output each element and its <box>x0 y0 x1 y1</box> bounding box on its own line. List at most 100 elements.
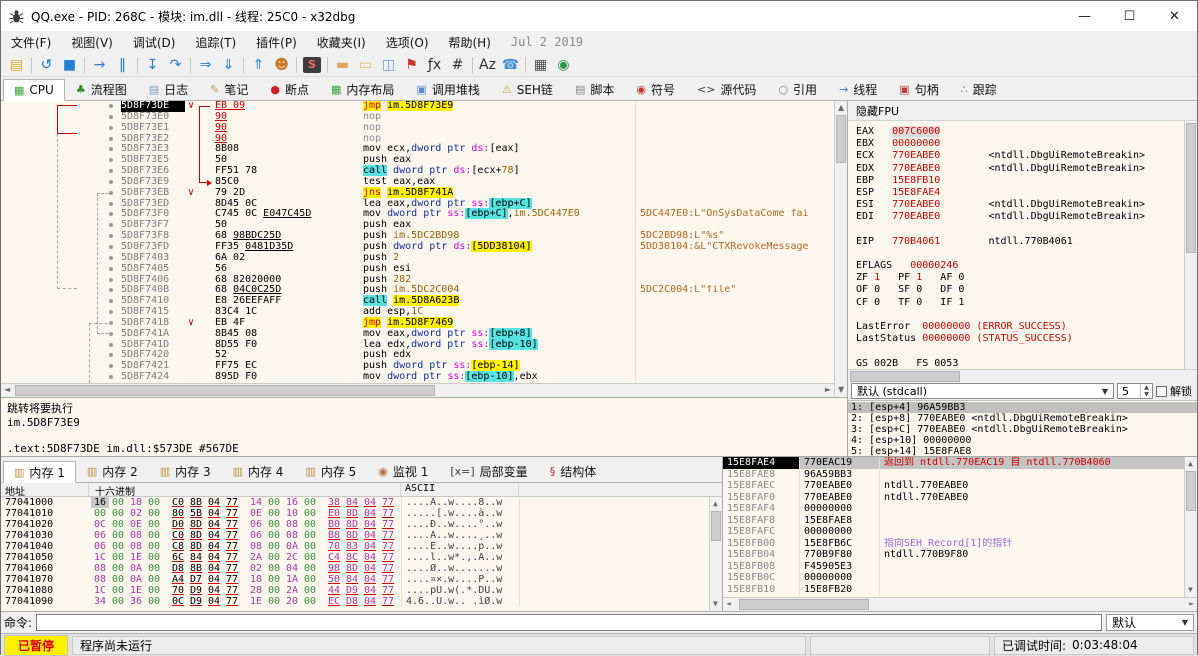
tab-memory-map[interactable]: ▦内存布局 <box>320 78 405 100</box>
scroll-thumb[interactable] <box>711 511 721 541</box>
dump-rows[interactable]: 7704100016001800C08B04771400160038840477… <box>1 497 709 611</box>
command-input[interactable] <box>36 614 1102 631</box>
breakpoint-dot[interactable] <box>109 147 113 151</box>
breakpoint-dot[interactable] <box>109 343 113 347</box>
dump-byte[interactable]: C0 <box>169 497 187 508</box>
dump-byte[interactable]: 00 <box>109 508 127 519</box>
dump-byte[interactable]: 08 <box>127 530 145 541</box>
register-row[interactable]: ESI 770EABE0 <ntdll.DbgUiRemoteBreakin> <box>856 199 1184 211</box>
breakpoint-dot[interactable] <box>109 245 113 249</box>
dump-byte[interactable]: 00 <box>301 574 319 585</box>
attach-icon[interactable]: ☻ <box>270 55 293 75</box>
dump-byte[interactable]: 77 <box>379 574 397 585</box>
calling-convention-combo[interactable]: 默认 (stdcall) ▼ <box>851 383 1114 399</box>
dump-byte[interactable]: 00 <box>109 541 127 552</box>
dump-byte[interactable]: 00 <box>109 552 127 563</box>
dump-byte[interactable]: 00 <box>265 563 283 574</box>
tab-notes[interactable]: ✎笔记 <box>199 78 259 100</box>
register-row[interactable]: EFLAGS 00000246 <box>856 260 1184 272</box>
dump-byte[interactable]: 70 <box>325 541 343 552</box>
dump-byte[interactable]: 04 <box>205 585 223 596</box>
dump-byte[interactable]: 00 <box>109 497 127 508</box>
tab-trace[interactable]: ∴跟踪 <box>950 78 1008 100</box>
dump-byte[interactable]: 77 <box>379 596 397 607</box>
dump-byte[interactable]: 04 <box>205 530 223 541</box>
breakpoint-dot[interactable] <box>109 191 113 195</box>
dump-byte[interactable]: 16 <box>91 497 109 508</box>
register-row[interactable] <box>856 248 1184 260</box>
dump-byte[interactable]: 00 <box>301 596 319 607</box>
dump-row[interactable]: 7704103006000800C08D047706000800B88D0477… <box>1 530 709 541</box>
tab-script[interactable]: ▤脚本 <box>564 78 625 100</box>
registers-hscrollbar[interactable] <box>848 369 1197 382</box>
dump-byte[interactable]: B8 <box>325 530 343 541</box>
tab-log[interactable]: ▤日志 <box>138 78 199 100</box>
arg-count-stepper[interactable]: 5 ▲▼ <box>1117 383 1153 399</box>
menu-item-p[interactable]: 插件(P) <box>246 31 307 53</box>
dump-byte[interactable]: 2A <box>247 552 265 563</box>
stack-row[interactable]: 15E8FAFC00000000 <box>723 526 1184 538</box>
dump-byte[interactable]: 00 <box>301 552 319 563</box>
dump-byte[interactable]: 00 <box>265 530 283 541</box>
argument-row[interactable]: 3: [esp+C] 770EABE0 <ntdll.DbgUiRemoteBr… <box>848 424 1197 435</box>
bookmarks-icon[interactable]: ⚑ <box>400 55 423 75</box>
breakpoint-dot[interactable] <box>109 234 113 238</box>
dump-byte[interactable]: 04 <box>361 508 379 519</box>
run-to-user-code-icon[interactable]: ⇑ <box>247 55 270 75</box>
dump-byte[interactable]: 77 <box>223 530 241 541</box>
dump-byte[interactable]: 00 <box>109 519 127 530</box>
tab-graph[interactable]: ♣流程图 <box>65 78 138 100</box>
dump-row[interactable]: 770410200C000E00D08D047706000800B08D0477… <box>1 519 709 530</box>
dump-byte[interactable]: 04 <box>205 574 223 585</box>
dump-byte[interactable]: 08 <box>283 530 301 541</box>
dump-byte[interactable]: 80 <box>169 508 187 519</box>
dump-row[interactable]: 7704107008000A00A4D7047718001A0050840477… <box>1 574 709 585</box>
dump-byte[interactable]: 0A <box>283 541 301 552</box>
dump-byte[interactable]: 04 <box>205 596 223 607</box>
dump-byte[interactable]: 0C <box>169 596 187 607</box>
dump-byte[interactable]: 77 <box>379 519 397 530</box>
dump-byte[interactable]: 84 <box>187 552 205 563</box>
dump-byte[interactable]: 77 <box>223 552 241 563</box>
register-row[interactable] <box>856 309 1184 321</box>
dump-byte[interactable]: 00 <box>145 574 163 585</box>
dump-byte[interactable]: 00 <box>265 596 283 607</box>
stop-icon[interactable]: ■ <box>58 55 81 75</box>
dump-byte[interactable]: 00 <box>301 497 319 508</box>
dump-byte[interactable]: D7 <box>187 574 205 585</box>
function-icon[interactable]: ƒx <box>423 55 446 75</box>
breakpoint-dot[interactable] <box>109 256 113 260</box>
dump-byte[interactable]: 00 <box>145 585 163 596</box>
execute-till-return-icon[interactable]: ⇒ <box>194 55 217 75</box>
dump-byte[interactable]: A4 <box>169 574 187 585</box>
breakpoint-dot[interactable] <box>109 137 113 141</box>
tab-symbols[interactable]: ◉符号 <box>625 78 686 100</box>
dump-byte[interactable]: 38 <box>325 497 343 508</box>
breakpoint-dot[interactable] <box>109 310 113 314</box>
breakpoint-dot[interactable] <box>109 212 113 216</box>
dump-byte[interactable]: 00 <box>145 530 163 541</box>
dump-row[interactable]: 7704100016001800C08B04771400160038840477… <box>1 497 709 508</box>
dump-byte[interactable]: 04 <box>361 585 379 596</box>
dump-byte[interactable]: 77 <box>379 552 397 563</box>
dump-byte[interactable]: D9 <box>187 585 205 596</box>
dump-byte[interactable]: 77 <box>223 508 241 519</box>
dump-byte[interactable]: 00 <box>265 552 283 563</box>
register-row[interactable]: EDX 770EABE0 <ntdll.DbgUiRemoteBreakin> <box>856 163 1184 175</box>
dump-byte[interactable]: 16 <box>283 497 301 508</box>
register-row[interactable]: LastError 00000000 (ERROR_SUCCESS) <box>856 321 1184 333</box>
dump-byte[interactable]: 00 <box>109 563 127 574</box>
register-row[interactable]: EBX 00000000 <box>856 138 1184 150</box>
patches-icon[interactable]: ▬ <box>331 55 354 75</box>
disasm-row[interactable]: 5D8F7424895D F0mov dword ptr ss:[ebp-10]… <box>1 372 834 383</box>
dump-byte[interactable]: 8D <box>343 508 361 519</box>
minimize-button[interactable]: — <box>1062 1 1107 31</box>
dump-byte[interactable]: 77 <box>379 585 397 596</box>
strings-icon[interactable]: Az <box>476 55 499 75</box>
tab-cpu[interactable]: ▦CPU <box>3 79 65 101</box>
register-row[interactable]: EIP 770B4061 ntdll.770B4061 <box>856 236 1184 248</box>
dump-byte[interactable]: E0 <box>325 508 343 519</box>
dump-byte[interactable]: 0A <box>127 563 145 574</box>
dump-byte[interactable]: 36 <box>127 596 145 607</box>
dump-byte[interactable]: 06 <box>91 530 109 541</box>
